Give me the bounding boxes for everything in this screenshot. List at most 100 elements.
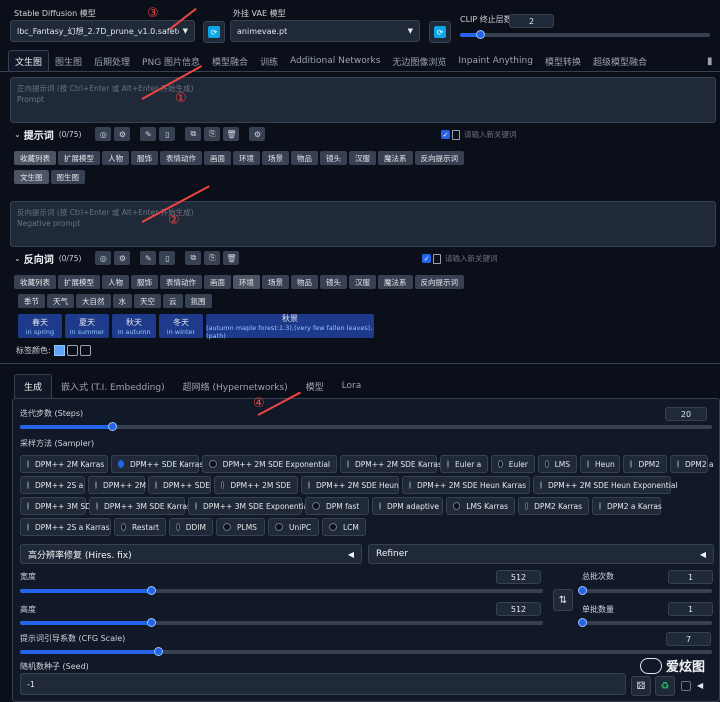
environment-sub-tab[interactable]: 季节 xyxy=(18,294,45,308)
batch-count-slider[interactable] xyxy=(578,586,712,595)
sampler-option[interactable]: PLMS xyxy=(216,518,265,536)
prompt-category-tab[interactable]: 收藏列表 xyxy=(14,151,56,165)
main-tab[interactable]: 超级模型融合 xyxy=(587,50,653,72)
main-tab[interactable]: 文生图 xyxy=(8,50,50,72)
sampler-option[interactable]: DPM++ 2M xyxy=(88,476,146,494)
sampler-option[interactable]: DPM++ 2S a xyxy=(20,476,85,494)
prompt-category-tab[interactable]: 场景 xyxy=(262,151,289,165)
hires-fix-accordion[interactable]: 高分辨率修复 (Hires. fix) ◀ xyxy=(20,544,362,564)
refresh-vae-button[interactable]: ⟳ xyxy=(429,21,451,43)
edit-icon[interactable]: ✎ xyxy=(140,127,157,141)
sampler-option[interactable]: LMS xyxy=(538,455,577,473)
prompt-keyword-checkbox[interactable]: ✓ xyxy=(441,130,450,139)
sampler-option[interactable]: DDIM xyxy=(169,518,213,536)
neg-category-tab[interactable]: 画面 xyxy=(204,275,231,289)
generation-tab[interactable]: 超网络 (Hypernetworks) xyxy=(174,374,297,398)
height-slider[interactable] xyxy=(20,618,543,627)
prompt-category-tab[interactable]: 反向提示词 xyxy=(414,151,464,165)
generation-tab[interactable]: 生成 xyxy=(14,374,53,398)
prompt-category-tab[interactable]: 服饰 xyxy=(131,151,158,165)
prompt-sub-tab[interactable]: 图生图 xyxy=(50,170,85,184)
sampler-option[interactable]: DPM2 xyxy=(623,455,667,473)
sampler-option[interactable]: DPM++ 3M SDE Exponential xyxy=(188,497,310,515)
batch-size-slider-knob[interactable] xyxy=(578,618,587,627)
prompt-keyword-input[interactable]: 请输入新关键词 xyxy=(464,129,517,140)
prompt-category-tab[interactable]: 物品 xyxy=(291,151,318,165)
main-tab[interactable]: 训练 xyxy=(254,50,284,72)
season-tag[interactable]: 春天 in spring xyxy=(18,314,62,338)
neg-keyword-checkbox[interactable]: ✓ xyxy=(422,254,431,263)
dice-icon[interactable]: ⚄ xyxy=(631,676,651,696)
bookmark-icon[interactable]: ▯ xyxy=(159,127,176,141)
globe-icon[interactable]: ◎ xyxy=(95,127,112,141)
color-reset-icon[interactable] xyxy=(79,345,91,356)
main-tab[interactable]: 模型融合 xyxy=(206,50,254,72)
sampler-option[interactable]: DPM++ 3M SDE xyxy=(20,497,96,515)
prompt-sub-tab[interactable]: 文生图 xyxy=(14,170,49,184)
paste-icon[interactable]: ⎘ xyxy=(204,251,221,265)
neg-category-tab[interactable]: 服饰 xyxy=(131,275,158,289)
generation-tab[interactable]: Lora xyxy=(333,374,371,398)
negative-prompt-textarea[interactable]: 反向提示词 (按 Ctrl+Enter 或 Alt+Enter 开始生成) Ne… xyxy=(10,201,716,247)
sampler-option[interactable]: DPM++ SDE xyxy=(148,476,211,494)
color-swatch-blue-icon[interactable] xyxy=(53,345,65,356)
sampler-option[interactable]: DPM++ 2M SDE Exponential xyxy=(202,455,337,473)
collapse-icon[interactable]: ⌄ xyxy=(14,130,21,139)
neg-keyword-input[interactable]: 请输入新关键词 xyxy=(445,253,498,264)
cfg-slider[interactable] xyxy=(20,647,712,656)
steps-slider[interactable] xyxy=(20,422,712,431)
prompt-category-tab[interactable]: 环境 xyxy=(233,151,260,165)
prompt-category-tab[interactable]: 表情动作 xyxy=(160,151,202,165)
bookmark-icon[interactable]: ▯ xyxy=(159,251,176,265)
neg-category-tab[interactable]: 汉服 xyxy=(349,275,376,289)
neg-category-tab[interactable]: 镜头 xyxy=(320,275,347,289)
sampler-option[interactable]: DPM++ SDE Karras xyxy=(111,455,203,473)
steps-slider-knob[interactable] xyxy=(108,422,118,431)
extra-seed-checkbox[interactable] xyxy=(681,681,691,691)
recycle-icon[interactable]: ♻ xyxy=(655,676,675,696)
sampler-option[interactable]: DPM++ 2M SDE Karras xyxy=(340,455,442,473)
neg-category-tab[interactable]: 收藏列表 xyxy=(14,275,56,289)
neg-category-tab[interactable]: 扩展模型 xyxy=(58,275,100,289)
neg-category-tab[interactable]: 表情动作 xyxy=(160,275,202,289)
globe-icon[interactable]: ◎ xyxy=(95,251,112,265)
height-value-input[interactable]: 512 xyxy=(496,602,541,616)
copy-icon[interactable]: ⧉ xyxy=(185,251,202,265)
sampler-option[interactable]: LCM xyxy=(322,518,366,536)
main-tab[interactable]: 后期处理 xyxy=(88,50,136,72)
sampler-option[interactable]: DPM2 a xyxy=(670,455,714,473)
season-tag[interactable]: 冬天 in winter xyxy=(159,314,203,338)
collapse-icon[interactable]: ⌄ xyxy=(14,254,21,263)
neg-category-tab[interactable]: 物品 xyxy=(291,275,318,289)
width-slider[interactable] xyxy=(20,586,543,595)
prompt-category-tab[interactable]: 人物 xyxy=(102,151,129,165)
refresh-model-button[interactable]: ⟳ xyxy=(203,21,225,43)
prompt-category-tab[interactable]: 镜头 xyxy=(320,151,347,165)
environment-sub-tab[interactable]: 水 xyxy=(112,294,132,308)
sampler-option[interactable]: DPM++ 2M Karras xyxy=(20,455,108,473)
batch-size-slider[interactable] xyxy=(578,618,712,627)
width-slider-knob[interactable] xyxy=(146,586,156,595)
neg-category-tab[interactable]: 人物 xyxy=(102,275,129,289)
color-palette-icon[interactable] xyxy=(66,345,78,356)
prompt-category-tab[interactable]: 扩展模型 xyxy=(58,151,100,165)
season-tag[interactable]: 秋景 (autumn maple forest:1.3),(very few fa… xyxy=(206,314,374,340)
main-tab[interactable]: 无边图像浏览 xyxy=(386,50,452,72)
seed-input[interactable]: -1 xyxy=(20,673,626,695)
generation-tab[interactable]: 模型 xyxy=(297,374,333,398)
sampler-option[interactable]: DPM2 a Karras xyxy=(592,497,662,515)
sampler-option[interactable]: DPM fast xyxy=(305,497,369,515)
environment-sub-tab[interactable]: 天气 xyxy=(47,294,74,308)
sampler-option[interactable]: Heun xyxy=(580,455,620,473)
sd-model-dropdown[interactable]: lbc_Fantasy_幻想_2.7D_prune_v1.0.safetenso… xyxy=(10,20,195,42)
prompt-category-tab[interactable]: 画面 xyxy=(204,151,231,165)
prompt-textarea[interactable]: 正向提示词 (按 Ctrl+Enter 或 Alt+Enter 开始生成) Pr… xyxy=(10,77,716,123)
main-tab[interactable]: Inpaint Anything xyxy=(452,50,539,72)
neg-category-tab[interactable]: 反向提示词 xyxy=(414,275,464,289)
keyword-toggle-icon[interactable] xyxy=(433,253,441,264)
vae-dropdown[interactable]: animevae.pt ▼ xyxy=(230,20,420,42)
copy-icon[interactable]: ⧉ xyxy=(185,127,202,141)
season-tag[interactable]: 秋天 in autumn xyxy=(112,314,156,338)
height-slider-knob[interactable] xyxy=(146,618,156,627)
batch-count-slider-knob[interactable] xyxy=(578,586,587,595)
